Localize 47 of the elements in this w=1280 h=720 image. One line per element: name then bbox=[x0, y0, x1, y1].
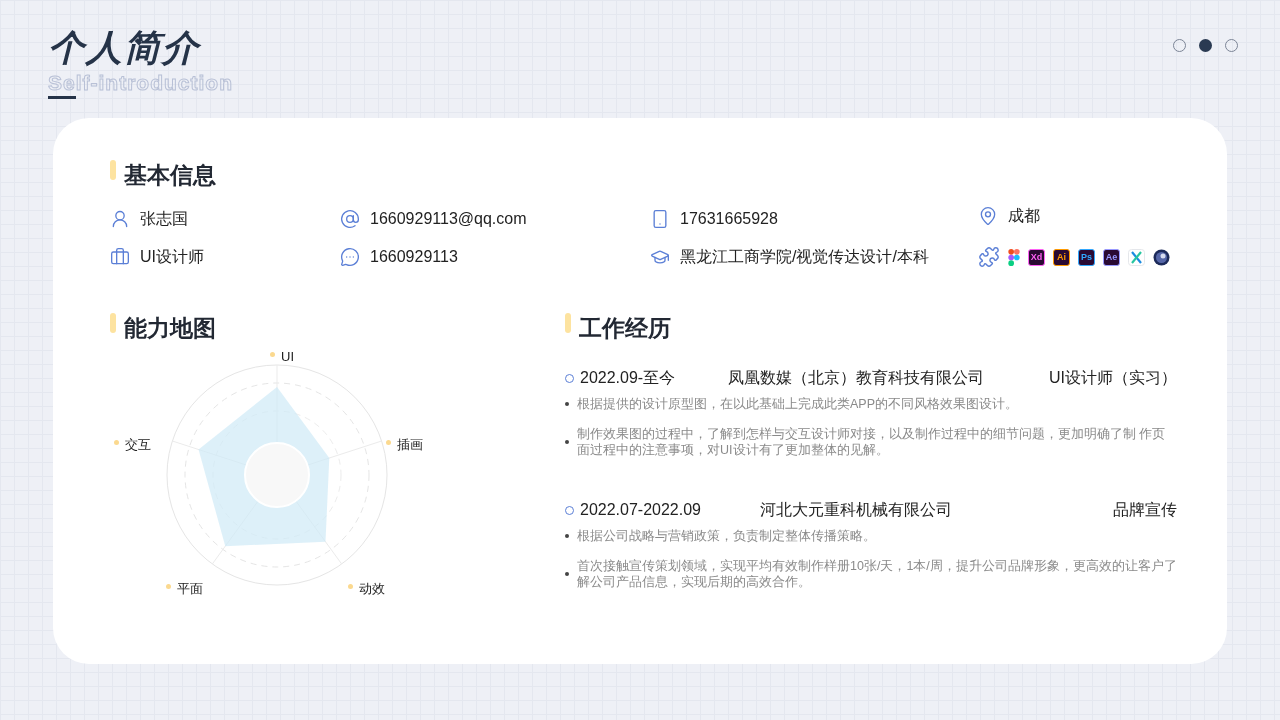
app-logo: Ai bbox=[1053, 248, 1070, 266]
bullet-icon bbox=[565, 534, 569, 538]
accent-bar bbox=[565, 313, 571, 333]
cross-logo-icon bbox=[1128, 248, 1145, 266]
job-description: 制作效果图的过程中，了解到怎样与交互设计师对接，以及制作过程中的细节问题，更加明确了制 作页面过程中的注意事项，对UI设计有了更加整体的见解。 bbox=[577, 426, 1167, 458]
briefcase-icon bbox=[110, 247, 130, 267]
accent-bar bbox=[110, 160, 116, 180]
section-title: 工作经历 bbox=[579, 317, 671, 340]
bullet-icon bbox=[565, 440, 569, 444]
map-pin-icon bbox=[978, 206, 998, 226]
at-sign-icon bbox=[340, 209, 360, 229]
section-title: 能力地图 bbox=[124, 317, 216, 340]
job-role: 品牌宣传 bbox=[1112, 500, 1177, 520]
info-text: 1660929113 bbox=[370, 247, 458, 267]
job-period: 2022.09-至今 bbox=[580, 368, 676, 388]
info-text: 1660929113@qq.com bbox=[370, 209, 527, 229]
sphere-logo-icon bbox=[1153, 248, 1170, 266]
puzzle-icon bbox=[978, 246, 1000, 268]
axis-label: 交互 bbox=[125, 438, 151, 451]
company-name: 凤凰数媒（北京）教育科技有限公司 bbox=[727, 368, 985, 388]
info-text: 成都 bbox=[1008, 206, 1040, 226]
job-description: 首次接触宣传策划领域，实现平均有效制作样册10张/天，1本/周，提升公司品牌形象，更高效的让客户了解公司产品信息，实现后期的高效合作。 bbox=[577, 558, 1177, 590]
info-text: 黑龙江工商学院/视觉传达设计/本科 bbox=[680, 247, 929, 267]
job-period: 2022.07-2022.09 bbox=[580, 500, 701, 520]
info-text: 张志国 bbox=[140, 209, 188, 229]
figma-icon bbox=[1008, 248, 1020, 266]
job-description: 根据公司战略与营销政策，负责制定整体传播策略。 bbox=[577, 528, 876, 544]
chat-bubble-icon bbox=[340, 247, 360, 267]
section-title: 基本信息 bbox=[124, 164, 216, 187]
info-text: 17631665928 bbox=[680, 209, 778, 229]
bullet-icon bbox=[565, 572, 569, 576]
company-name: 河北大元重科机械有限公司 bbox=[759, 500, 953, 520]
app-logo: Ae bbox=[1103, 248, 1120, 266]
app-logo: Xd bbox=[1028, 248, 1045, 266]
person-icon bbox=[110, 209, 130, 229]
axis-label: 动效 bbox=[359, 582, 385, 595]
axis-label: UI bbox=[281, 350, 294, 363]
bullet-icon bbox=[565, 402, 569, 406]
info-text: UI设计师 bbox=[140, 247, 204, 267]
app-logo: Ps bbox=[1078, 248, 1095, 266]
page-title: 个人简介 bbox=[48, 30, 202, 66]
job-role: UI设计师（实习） bbox=[1048, 368, 1177, 388]
underline-bar bbox=[48, 96, 76, 99]
accent-bar bbox=[110, 313, 116, 333]
axis-label: 插画 bbox=[397, 438, 423, 451]
axis-label: 平面 bbox=[177, 582, 203, 595]
job-description: 根据提供的设计原型图，在以此基础上完成此类APP的不同风格效果图设计。 bbox=[577, 396, 1018, 412]
